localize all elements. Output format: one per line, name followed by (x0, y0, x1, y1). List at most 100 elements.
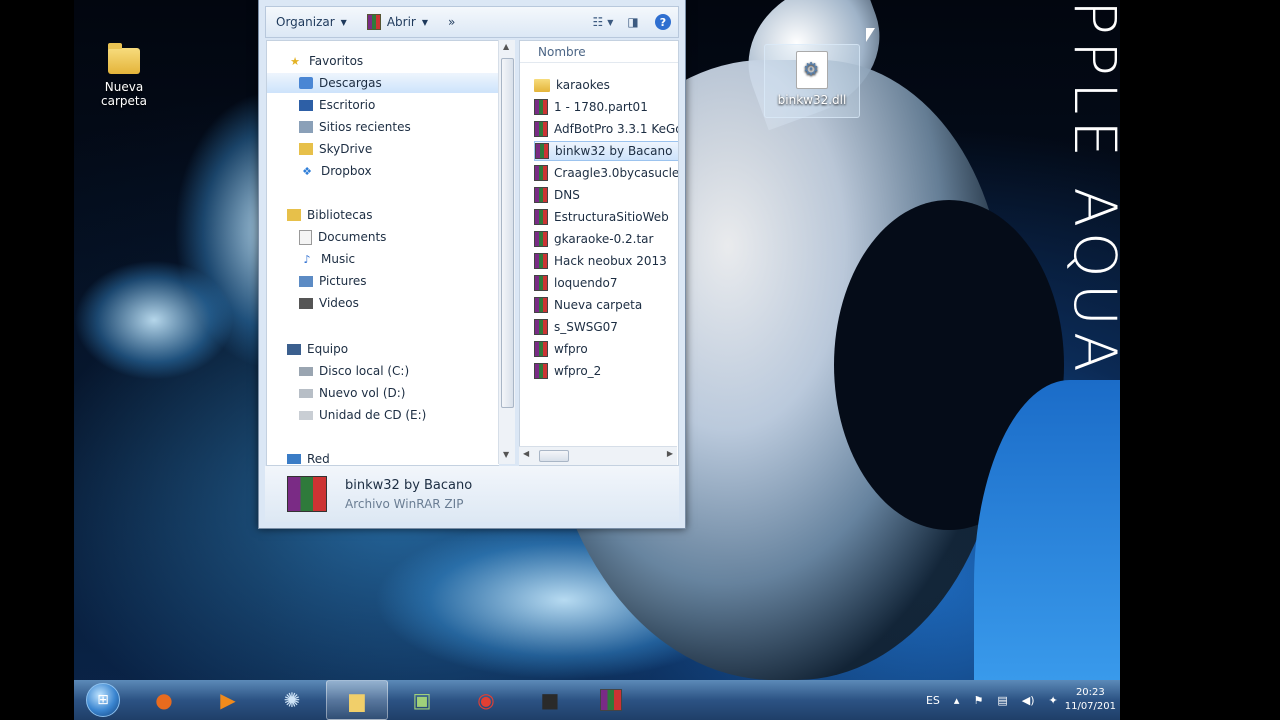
music-icon: ♪ (303, 252, 311, 266)
file-item[interactable]: EstructuraSitioWeb (534, 207, 678, 227)
taskbar-app-camera[interactable]: ■ (520, 681, 580, 719)
pictures-icon (299, 275, 313, 287)
file-name: DNS (554, 188, 580, 202)
winrar-icon (366, 14, 381, 30)
nav-item-label: Unidad de CD (E:) (319, 408, 427, 422)
file-item[interactable]: s_SWSG07 (534, 317, 678, 337)
nav-group-label: Favoritos (309, 54, 364, 68)
nav-item-pictures[interactable]: Pictures (267, 271, 499, 291)
nav-item-label: Sitios recientes (319, 120, 411, 134)
nav-group-label: Red (307, 452, 330, 466)
clock[interactable]: 20:23 11/07/201 (1065, 686, 1116, 714)
file-item[interactable]: Nueva carpeta (534, 295, 678, 315)
dropbox-icon: ❖ (302, 164, 312, 178)
more-commands-button[interactable]: » (438, 10, 465, 34)
nav-item-documents[interactable]: Documents (267, 227, 499, 247)
taskbar-app-chrome[interactable]: ◉ (456, 681, 516, 719)
chevron-down-icon: ▼ (340, 17, 347, 27)
nav-item-nuevo-vol-d[interactable]: Nuevo vol (D:) (267, 383, 499, 403)
file-item[interactable]: 1 - 1780.part01 (534, 97, 678, 117)
file-item[interactable]: gkaraoke-0.2.tar (534, 229, 678, 249)
file-list-pane: Nombre karaokes 1 - 1780.part01 AdfBotPr… (519, 40, 679, 466)
videos-icon (299, 297, 313, 309)
start-button[interactable]: ⊞ (74, 680, 132, 720)
file-item[interactable]: loquendo7 (534, 273, 678, 293)
nav-item-label: Documents (318, 230, 387, 244)
winrar-archive-icon (287, 476, 327, 512)
preview-pane-icon: ◨ (627, 15, 639, 29)
language-indicator[interactable]: ES (926, 694, 940, 707)
desktop-icon-binkw32-dll[interactable]: binkw32.dll (764, 44, 860, 118)
star-icon: ★ (290, 54, 300, 68)
nav-group-bibliotecas[interactable]: Bibliotecas (267, 205, 499, 225)
taskbar-app-screen[interactable]: ▣ (392, 681, 452, 719)
winrar-archive-icon (534, 121, 548, 137)
view-options-button[interactable]: ☷ ▼ (592, 12, 614, 32)
taskbar-app-winrar[interactable] (584, 681, 644, 719)
scroll-down-icon[interactable]: ▼ (503, 450, 509, 459)
file-item[interactable]: Craagle3.0bycasucley (534, 163, 678, 183)
security-icon[interactable]: ⚑ (973, 694, 983, 707)
network-icon: ✺ (283, 688, 301, 712)
scroll-right-icon[interactable]: ▶ (667, 449, 673, 458)
desktop-icon-label: binkw32.dll (777, 93, 847, 107)
winrar-icon (600, 689, 622, 711)
taskbar-app-explorer[interactable]: ▆ (326, 680, 388, 720)
nav-item-sitios-recientes[interactable]: Sitios recientes (267, 117, 499, 137)
taskbar-app-media-player[interactable]: ▶ (198, 681, 258, 719)
nav-item-disco-local-c[interactable]: Disco local (C:) (267, 361, 499, 381)
preview-pane-button[interactable]: ◨ (622, 12, 644, 32)
volume-icon[interactable]: ◀) (1022, 694, 1035, 707)
file-list-horizontal-scrollbar[interactable]: ◀ ▶ (519, 446, 677, 465)
drive-icon (299, 388, 313, 398)
media-player-icon: ▶ (220, 688, 236, 712)
winrar-archive-icon (534, 275, 548, 291)
network-status-icon[interactable]: ▤ (997, 694, 1007, 707)
nav-group-equipo[interactable]: Equipo (267, 339, 499, 359)
nav-item-music[interactable]: ♪ Music (267, 249, 499, 269)
nav-group-red[interactable]: Red (267, 449, 499, 466)
help-button[interactable]: ? (652, 12, 674, 32)
file-item[interactable]: wfpro_2 (534, 361, 678, 381)
system-tray: ES ▴ ⚑ ▤ ◀) ✦ 20:23 11/07/201 (919, 680, 1120, 720)
organize-button[interactable]: Organizar ▼ (266, 10, 357, 34)
desktop-icon-label: Nueva carpeta (101, 80, 147, 108)
taskbar-app-network[interactable]: ✺ (262, 681, 322, 719)
clock-time: 20:23 (1075, 687, 1105, 698)
file-item[interactable]: wfpro (534, 339, 678, 359)
chevron-down-icon: ▼ (421, 17, 429, 27)
file-item-selected[interactable]: binkw32 by Bacano (534, 141, 678, 161)
libraries-icon (287, 209, 301, 221)
winrar-archive-icon (534, 341, 548, 357)
nav-item-unidad-cd-e[interactable]: Unidad de CD (E:) (267, 405, 499, 425)
scroll-left-icon[interactable]: ◀ (523, 449, 529, 458)
chevron-down-icon: ▼ (607, 17, 614, 27)
scrollbar-thumb[interactable] (539, 450, 569, 462)
nav-item-videos[interactable]: Videos (267, 293, 499, 313)
file-item[interactable]: Hack neobux 2013 (534, 251, 678, 271)
column-header-nombre[interactable]: Nombre (520, 41, 678, 63)
clock-date: 11/07/201 (1064, 701, 1116, 712)
nav-item-skydrive[interactable]: SkyDrive (267, 139, 499, 159)
navigation-scrollbar[interactable]: ▲ ▼ (498, 40, 515, 464)
nav-group-favoritos[interactable]: ★ Favoritos (267, 51, 499, 71)
explorer-window: Organizar ▼ Abrir ▼ » ☷ ▼ ◨ ? ★ Favoritos… (258, 0, 686, 529)
open-button[interactable]: Abrir ▼ (357, 10, 438, 34)
taskbar-app-firefox[interactable]: ● (134, 681, 194, 719)
computer-icon (287, 343, 301, 355)
nav-item-dropbox[interactable]: ❖ Dropbox (267, 161, 499, 181)
scroll-up-icon[interactable]: ▲ (503, 42, 509, 51)
nav-item-escritorio[interactable]: Escritorio (267, 95, 499, 115)
open-label: Abrir (386, 15, 416, 29)
file-item[interactable]: AdfBotPro 3.3.1 KeGo (534, 119, 678, 139)
scrollbar-thumb[interactable] (501, 58, 514, 408)
nav-item-descargas[interactable]: Descargas (267, 73, 499, 93)
tray-expand-icon[interactable]: ▴ (954, 694, 960, 707)
file-name: wfpro (554, 342, 588, 356)
nav-item-label: Music (321, 252, 356, 266)
file-item[interactable]: karaokes (534, 75, 678, 95)
desktop-icon-nueva-carpeta[interactable]: Nueva carpeta (80, 43, 168, 108)
file-item[interactable]: DNS (534, 185, 678, 205)
update-icon[interactable]: ✦ (1049, 694, 1058, 707)
nav-item-label: Escritorio (319, 98, 376, 112)
